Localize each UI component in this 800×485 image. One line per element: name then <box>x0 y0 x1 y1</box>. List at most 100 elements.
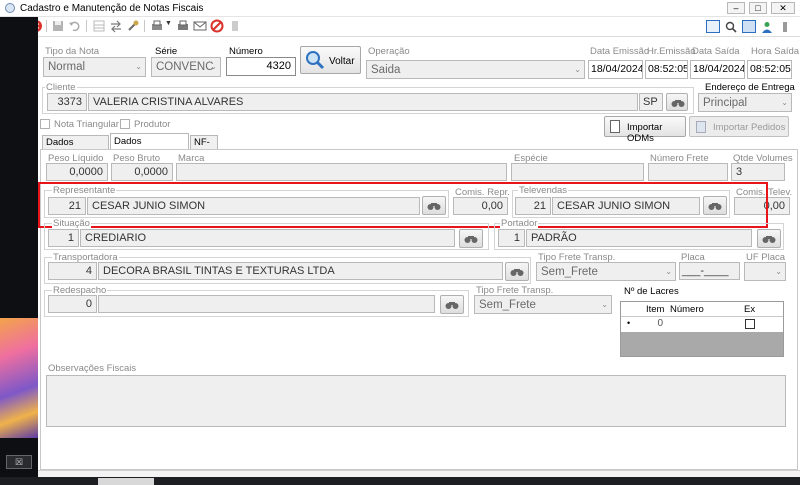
situacao-name[interactable]: CREDIARIO <box>80 229 455 247</box>
data-emissao-field[interactable]: 18/04/2024 <box>588 60 643 79</box>
help-icon[interactable] <box>778 20 792 33</box>
cliente-code[interactable]: 3373 <box>47 93 87 111</box>
produtor-checkbox[interactable] <box>120 119 130 129</box>
lacres-grid[interactable]: Item Número Ex • 0 <box>620 301 784 357</box>
user-icon[interactable] <box>760 20 774 33</box>
chevron-down-icon: ⌄ <box>775 267 782 276</box>
uf-placa-select[interactable]: ⌄ <box>744 262 786 281</box>
data-saida-field[interactable]: 18/04/2024 <box>690 60 745 79</box>
endereco-label: Endereço de Entrega <box>705 82 795 93</box>
operacao-label: Operação <box>368 46 410 57</box>
search-icon[interactable] <box>724 20 738 33</box>
taskbar-app[interactable] <box>98 478 154 485</box>
transportadora-code[interactable]: 4 <box>48 262 97 280</box>
print-icon[interactable] <box>150 19 164 33</box>
undo-icon[interactable] <box>68 19 82 33</box>
view-icon[interactable] <box>706 20 720 33</box>
observacoes-label: Observações Fiscais <box>48 363 137 374</box>
email-icon[interactable] <box>193 19 207 33</box>
cliente-search-button[interactable] <box>666 93 688 111</box>
importar-pedidos-label: Importar Pedidos <box>713 122 786 133</box>
maximize-button[interactable]: □ <box>749 2 767 14</box>
peso-liquido-field[interactable]: 0,0000 <box>46 163 108 181</box>
situacao-code[interactable]: 1 <box>48 229 79 247</box>
importar-odms-label: Importar ODMs <box>627 122 663 144</box>
tipo-nota-label: Tipo da Nota <box>45 46 100 57</box>
exit-icon[interactable] <box>228 19 242 33</box>
import-icon <box>610 120 620 133</box>
serie-select[interactable]: CONVENC ⌄ <box>151 57 221 77</box>
nota-triangular-checkbox[interactable] <box>40 119 50 129</box>
endereco-select[interactable]: Principal ⌄ <box>698 93 792 112</box>
lacres-item-cell[interactable]: 0 <box>641 318 663 329</box>
chevron-down-icon: ⌄ <box>665 267 672 276</box>
importar-odms-button[interactable]: Importar ODMs <box>604 116 686 144</box>
binoculars-icon <box>445 302 459 309</box>
voltar-button[interactable]: Voltar <box>300 46 361 74</box>
numero-input[interactable]: 4320 <box>226 57 296 76</box>
minimize-button[interactable]: – <box>727 2 745 14</box>
redespacho-code[interactable]: 0 <box>48 295 97 313</box>
chevron-down-icon: ⌄ <box>601 300 608 309</box>
hora-saida-field[interactable]: 08:52:05 <box>747 60 792 79</box>
transfer-icon[interactable] <box>109 19 123 33</box>
observacoes-field[interactable] <box>46 375 786 427</box>
operacao-select[interactable]: Saida ⌄ <box>366 60 585 79</box>
redespacho-name[interactable] <box>98 295 435 313</box>
hr-emissao-label: Hr.Emissão <box>647 46 696 57</box>
desktop-taskbar-item[interactable]: ☒ <box>6 455 32 469</box>
numero-frete-field[interactable] <box>648 163 728 181</box>
lacres-ex-checkbox[interactable] <box>745 319 755 329</box>
lacres-header-item: Item <box>646 304 665 315</box>
tipo-nota-select[interactable]: Normal ⌄ <box>43 57 146 77</box>
settings-icon[interactable] <box>742 20 756 33</box>
block-icon[interactable] <box>210 19 224 33</box>
lacres-header: Item Número Ex <box>621 302 783 317</box>
voltar-label: Voltar <box>329 56 355 67</box>
hr-emissao-field[interactable]: 08:52:05 <box>645 60 688 79</box>
situacao-search-button[interactable] <box>459 229 483 248</box>
qtde-volumes-field[interactable]: 3 <box>731 163 785 181</box>
situacao-label: Situação <box>52 218 91 229</box>
highlight-box <box>38 182 768 228</box>
transportadora-name[interactable]: DECORA BRASIL TINTAS E TEXTURAS LTDA <box>98 262 503 280</box>
numero-label: Número <box>229 46 263 57</box>
especie-field[interactable] <box>511 163 644 181</box>
serie-label: Série <box>155 46 178 57</box>
search-icon <box>305 50 325 73</box>
print-dropdown-icon[interactable]: ▼ <box>165 20 172 27</box>
transportadora-search-button[interactable] <box>505 262 529 281</box>
importar-pedidos-button[interactable]: Importar Pedidos <box>689 116 789 137</box>
tab-dados-principais[interactable]: Dados Principais <box>42 135 109 162</box>
tools-icon[interactable] <box>126 19 140 33</box>
nota-triangular-label: Nota Triangular <box>54 119 119 130</box>
toolbar-separator <box>144 20 145 32</box>
portador-search-button[interactable] <box>757 229 781 248</box>
portador-code[interactable]: 1 <box>498 229 525 247</box>
app-icon <box>5 3 15 13</box>
import-icon <box>696 121 706 133</box>
binoculars-icon <box>510 269 524 276</box>
cliente-label: Cliente <box>45 82 77 93</box>
endereco-value: Principal <box>703 97 748 109</box>
tab-dados-secundarios[interactable]: Dados Secundários <box>110 133 189 163</box>
placa-field[interactable]: ___-____ <box>679 262 740 280</box>
chevron-down-icon: ⌄ <box>135 62 142 71</box>
close-button[interactable]: ✕ <box>771 2 795 14</box>
tipo-nota-value: Normal <box>48 61 86 73</box>
marca-field[interactable] <box>176 163 507 181</box>
tipo-frete-select[interactable]: Sem_Frete ⌄ <box>536 262 676 281</box>
tipo-frete2-select[interactable]: Sem_Frete ⌄ <box>474 295 612 314</box>
printer-icon[interactable] <box>176 19 190 33</box>
redespacho-search-button[interactable] <box>440 295 464 314</box>
cliente-name[interactable]: VALERIA CRISTINA ALVARES <box>88 93 638 111</box>
save-icon[interactable] <box>51 19 65 33</box>
cliente-uf[interactable]: SP <box>639 93 663 111</box>
table-row[interactable]: • 0 <box>621 317 783 332</box>
chevron-down-icon: ⌄ <box>574 65 581 74</box>
desktop-wallpaper-art <box>0 318 38 438</box>
peso-bruto-field[interactable]: 0,0000 <box>111 163 173 181</box>
portador-name[interactable]: PADRÃO <box>526 229 752 247</box>
tab-nfe[interactable]: NF-e <box>190 135 218 162</box>
grid-icon[interactable] <box>92 19 106 33</box>
